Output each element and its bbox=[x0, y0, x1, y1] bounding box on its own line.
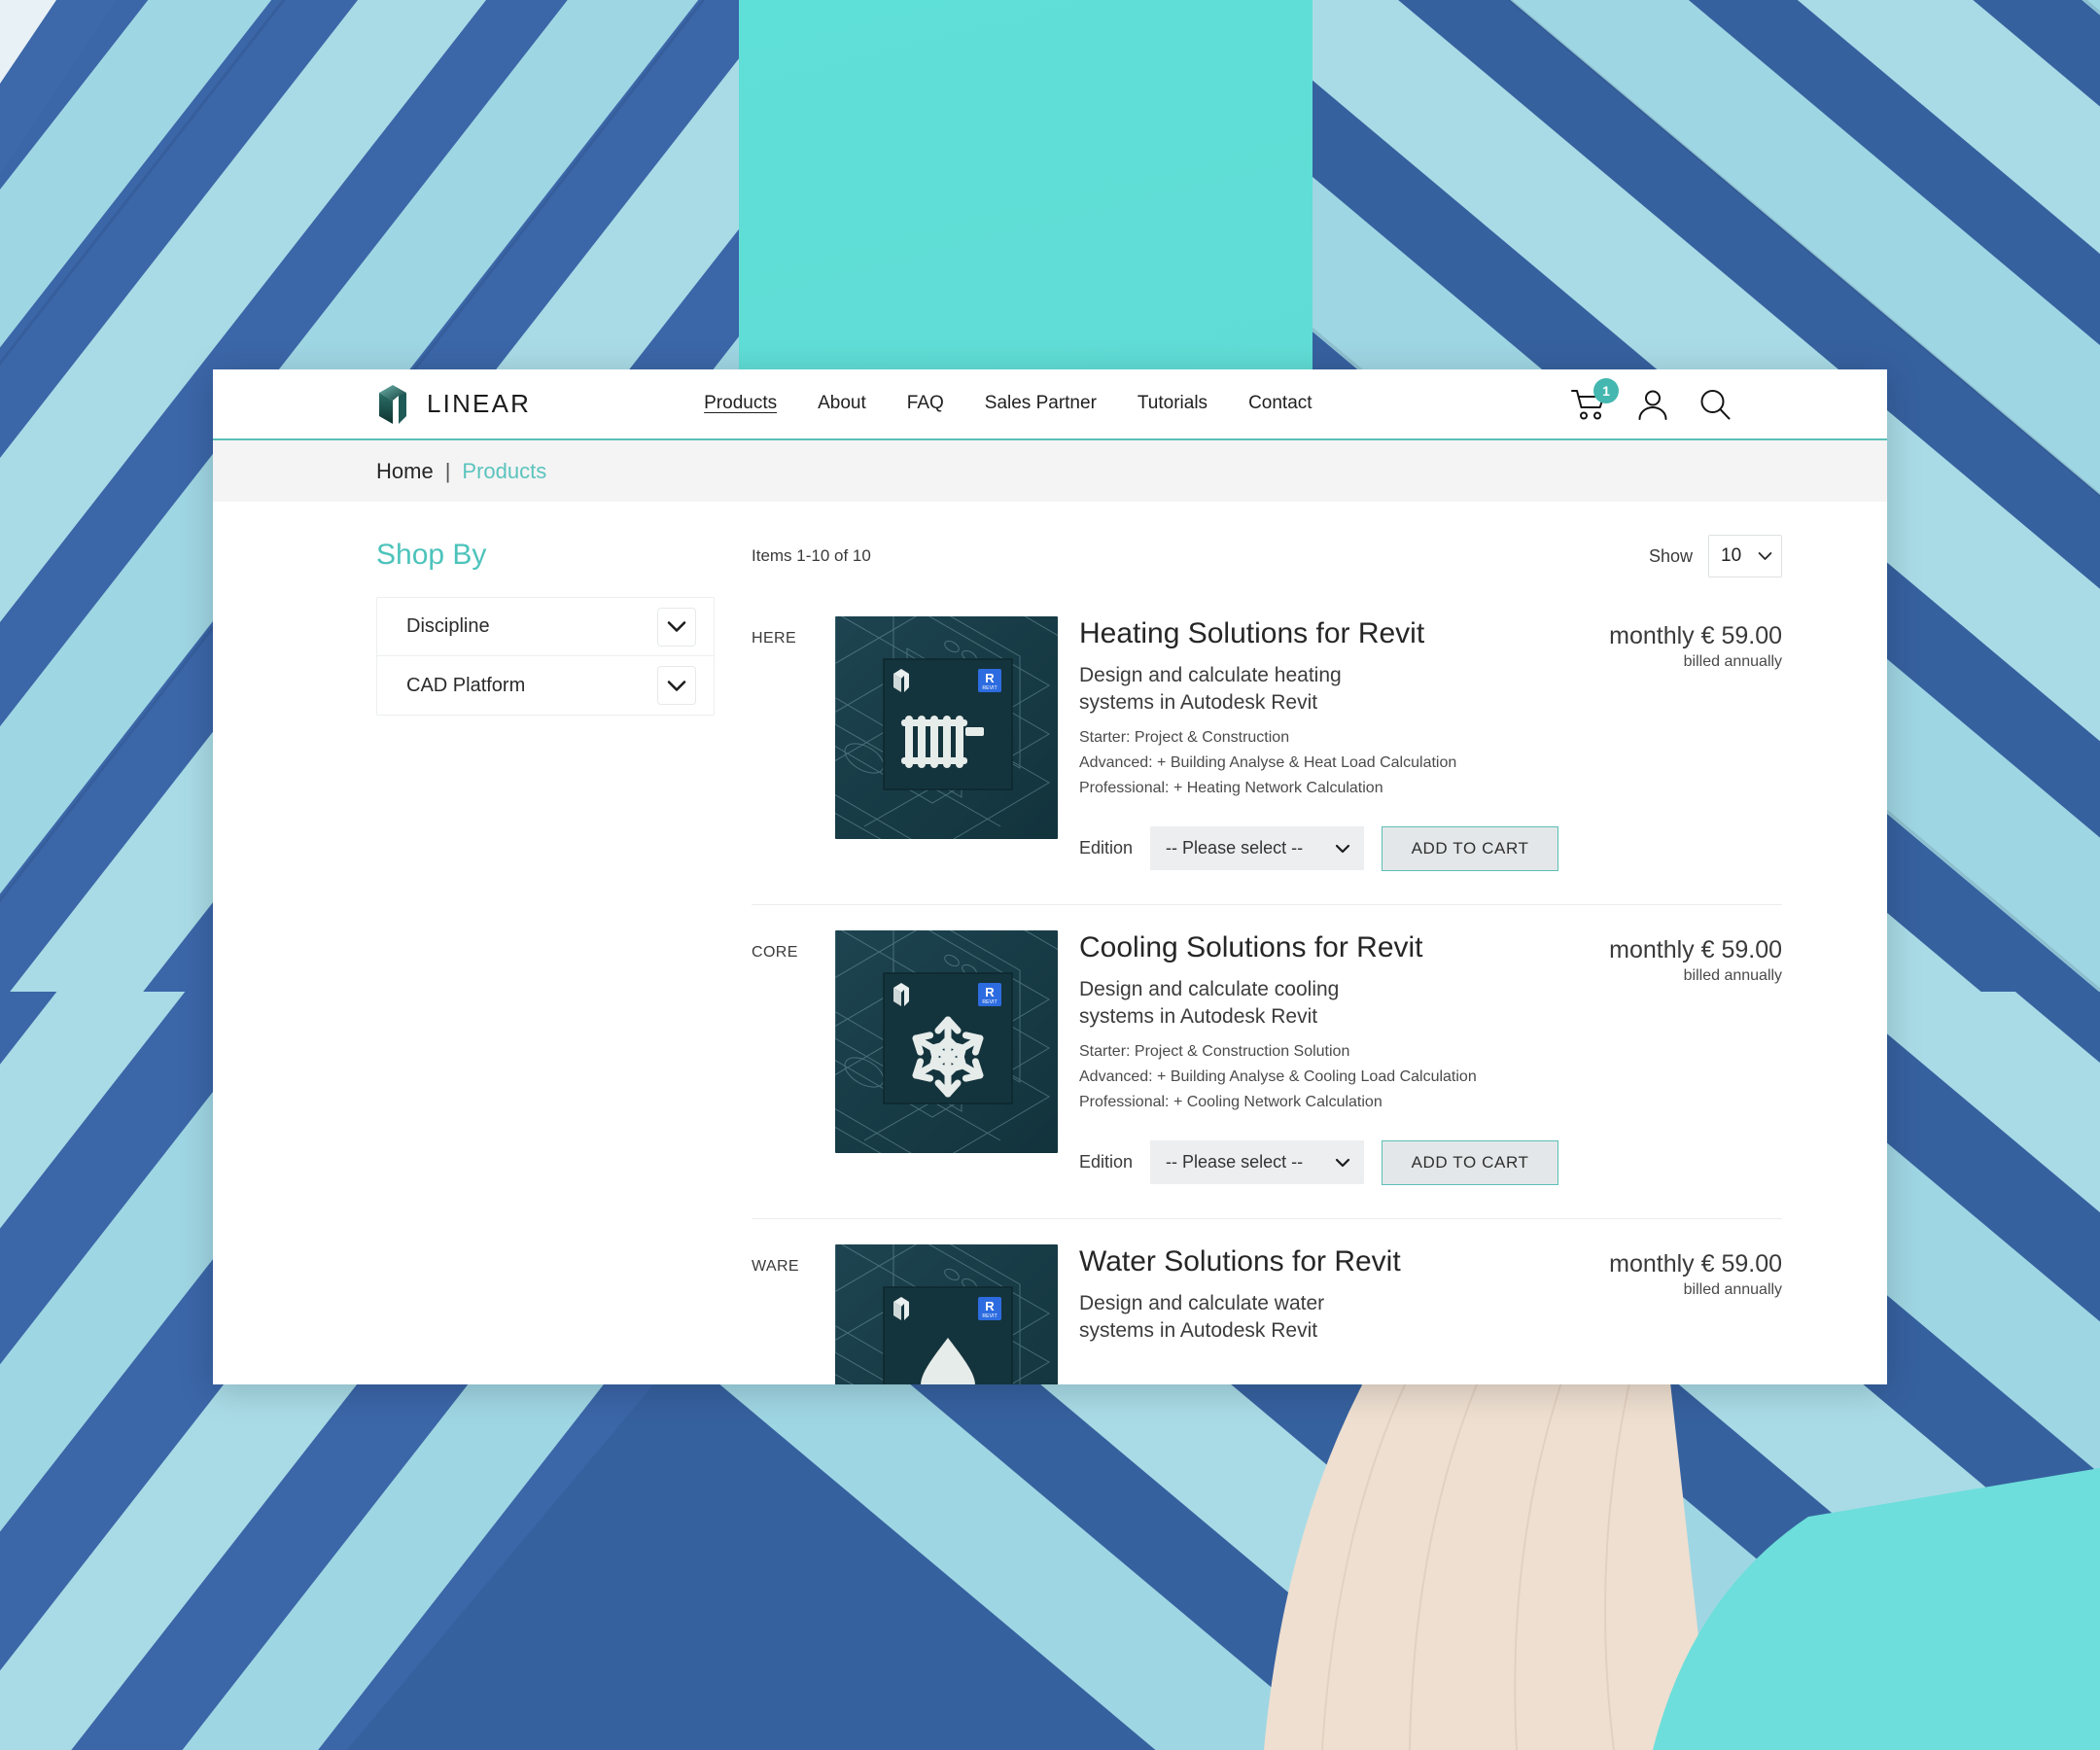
search-icon bbox=[1700, 389, 1731, 419]
chevron-down-icon bbox=[1335, 1158, 1350, 1168]
search-button[interactable] bbox=[1698, 388, 1732, 421]
chevron-down-icon bbox=[1335, 844, 1350, 854]
product-thumbnail[interactable]: R REVIT bbox=[835, 1243, 1058, 1384]
product-image-water: R REVIT bbox=[835, 1243, 1058, 1384]
product-subtitle: Design and calculate cooling systems in … bbox=[1079, 978, 1340, 1029]
product-toolbar: Items 1-10 of 10 Show 10 bbox=[752, 531, 1783, 581]
product-feature-starter: Starter: Project & Construction Solution bbox=[1079, 1043, 1350, 1061]
shop-by-title: Shop By bbox=[376, 539, 487, 571]
chevron-down-icon bbox=[1758, 552, 1772, 560]
edition-select-value: -- Please select -- bbox=[1166, 838, 1304, 858]
main-navigation: Products About FAQ Sales Partner Tutoria… bbox=[704, 393, 1312, 416]
show-label: Show bbox=[1649, 545, 1694, 566]
page-content: Shop By Discipline CAD Platform Items 1-… bbox=[213, 502, 1887, 1384]
product-row: WARE R REVIT Water Solutions for Revit D… bbox=[752, 1217, 1783, 1384]
product-thumbnail[interactable]: R REVIT bbox=[835, 929, 1058, 1153]
nav-item-about[interactable]: About bbox=[818, 393, 866, 416]
breadcrumb-products[interactable]: Products bbox=[462, 459, 546, 484]
brand-logo[interactable]: LINEAR bbox=[376, 382, 531, 427]
product-price-block: monthly € 59.00 billed annually bbox=[1558, 1244, 1782, 1384]
chevron-down-icon bbox=[667, 621, 686, 632]
revit-badge-letter: R bbox=[985, 985, 995, 999]
product-code: HERE bbox=[752, 630, 797, 647]
sidebar: Shop By Discipline CAD Platform bbox=[376, 502, 715, 1384]
product-code: CORE bbox=[752, 943, 798, 961]
product-thumbnail[interactable]: R REVIT bbox=[835, 616, 1058, 839]
breadcrumb-separator: | bbox=[444, 458, 451, 483]
product-subtitle: Design and calculate water systems in Au… bbox=[1079, 1292, 1325, 1343]
linear-cube-logo-icon bbox=[379, 384, 406, 424]
filter-cad-platform-label: CAD Platform bbox=[406, 674, 526, 696]
filter-list: Discipline CAD Platform bbox=[376, 597, 715, 716]
show-per-page: Show 10 bbox=[1649, 535, 1783, 578]
filter-discipline-label: Discipline bbox=[406, 615, 490, 637]
product-info: Heating Solutions for Revit Design and c… bbox=[1058, 616, 1559, 871]
product-row: HERE R REVIT Heating Solutions for Revit… bbox=[752, 607, 1782, 904]
edition-select[interactable]: -- Please select -- bbox=[1150, 826, 1365, 871]
items-count: Items 1-10 of 10 bbox=[752, 546, 871, 565]
product-row: CORE R REVIT Cooling Solutions for Revit… bbox=[752, 903, 1783, 1218]
show-select-value: 10 bbox=[1721, 545, 1742, 566]
product-price: monthly € 59.00 bbox=[1609, 622, 1783, 649]
nav-item-contact[interactable]: Contact bbox=[1248, 393, 1312, 416]
product-price-block: monthly € 59.00 billed annually bbox=[1558, 616, 1782, 871]
filter-cad-platform[interactable]: CAD Platform bbox=[377, 656, 714, 715]
product-price-note: billed annually bbox=[1683, 653, 1783, 670]
product-title[interactable]: Heating Solutions for Revit bbox=[1079, 616, 1558, 650]
product-actions: Edition -- Please select -- ADD TO CART bbox=[1079, 825, 1559, 871]
product-subtitle: Design and calculate heating systems in … bbox=[1079, 664, 1342, 715]
revit-badge-letter: R bbox=[985, 671, 995, 685]
nav-item-sales-partner[interactable]: Sales Partner bbox=[985, 393, 1097, 416]
product-image-cooling: R REVIT bbox=[835, 929, 1058, 1153]
filter-discipline-toggle[interactable] bbox=[657, 607, 696, 647]
product-title[interactable]: Cooling Solutions for Revit bbox=[1079, 930, 1558, 964]
account-button[interactable] bbox=[1636, 388, 1669, 421]
nav-item-tutorials[interactable]: Tutorials bbox=[1138, 393, 1208, 416]
site-header: LINEAR Products About FAQ Sales Partner … bbox=[213, 369, 1887, 440]
add-to-cart-button[interactable]: ADD TO CART bbox=[1382, 1139, 1559, 1185]
revit-badge-letter: R bbox=[985, 1299, 995, 1313]
product-title[interactable]: Water Solutions for Revit bbox=[1079, 1244, 1558, 1278]
show-select[interactable]: 10 bbox=[1708, 535, 1783, 578]
user-account-icon bbox=[1638, 390, 1667, 420]
product-price: monthly € 59.00 bbox=[1609, 1249, 1783, 1278]
site-window: LINEAR Products About FAQ Sales Partner … bbox=[213, 369, 1887, 1384]
product-code: WARE bbox=[752, 1257, 800, 1275]
breadcrumb: Home | Products bbox=[213, 440, 1887, 502]
chevron-down-icon bbox=[667, 680, 686, 691]
breadcrumb-home[interactable]: Home bbox=[376, 459, 434, 484]
product-feature-professional: Professional: + Cooling Network Calculat… bbox=[1079, 1094, 1382, 1110]
edition-select[interactable]: -- Please select -- bbox=[1150, 1140, 1365, 1185]
cart-button[interactable]: 1 bbox=[1570, 377, 1619, 421]
product-feature-advanced: Advanced: + Building Analyse & Cooling L… bbox=[1079, 1068, 1477, 1086]
product-price-note: billed annually bbox=[1683, 1280, 1783, 1298]
revit-badge-sub: REVIT bbox=[982, 1313, 998, 1319]
product-price: monthly € 59.00 bbox=[1609, 935, 1783, 963]
filter-discipline[interactable]: Discipline bbox=[377, 598, 714, 656]
edition-label: Edition bbox=[1079, 838, 1134, 858]
product-image-heating: R REVIT bbox=[835, 616, 1058, 839]
product-info: Cooling Solutions for Revit Design and c… bbox=[1058, 930, 1559, 1185]
nav-item-faq[interactable]: FAQ bbox=[907, 393, 944, 416]
header-icon-group: 1 bbox=[1570, 377, 1732, 421]
edition-select-value: -- Please select -- bbox=[1166, 1152, 1304, 1172]
add-to-cart-button[interactable]: ADD TO CART bbox=[1382, 825, 1559, 871]
product-price-note: billed annually bbox=[1683, 966, 1783, 984]
edition-label: Edition bbox=[1079, 1152, 1134, 1172]
product-actions: Edition -- Please select -- ADD TO CART bbox=[1079, 1139, 1559, 1185]
product-list: Items 1-10 of 10 Show 10 HERE R REVIT He… bbox=[715, 502, 1783, 1384]
product-price-block: monthly € 59.00 billed annually bbox=[1558, 930, 1782, 1185]
revit-badge-sub: REVIT bbox=[982, 999, 998, 1005]
product-feature-professional: Professional: + Heating Network Calculat… bbox=[1079, 780, 1383, 797]
nav-item-products[interactable]: Products bbox=[704, 393, 777, 416]
product-info: Water Solutions for Revit Design and cal… bbox=[1058, 1244, 1558, 1384]
revit-badge-sub: REVIT bbox=[982, 685, 998, 691]
brand-name: LINEAR bbox=[427, 389, 532, 418]
product-feature-advanced: Advanced: + Building Analyse & Heat Load… bbox=[1079, 754, 1457, 772]
filter-cad-platform-toggle[interactable] bbox=[657, 666, 696, 705]
product-feature-starter: Starter: Project & Construction bbox=[1079, 729, 1290, 747]
cart-count-badge: 1 bbox=[1593, 377, 1619, 403]
